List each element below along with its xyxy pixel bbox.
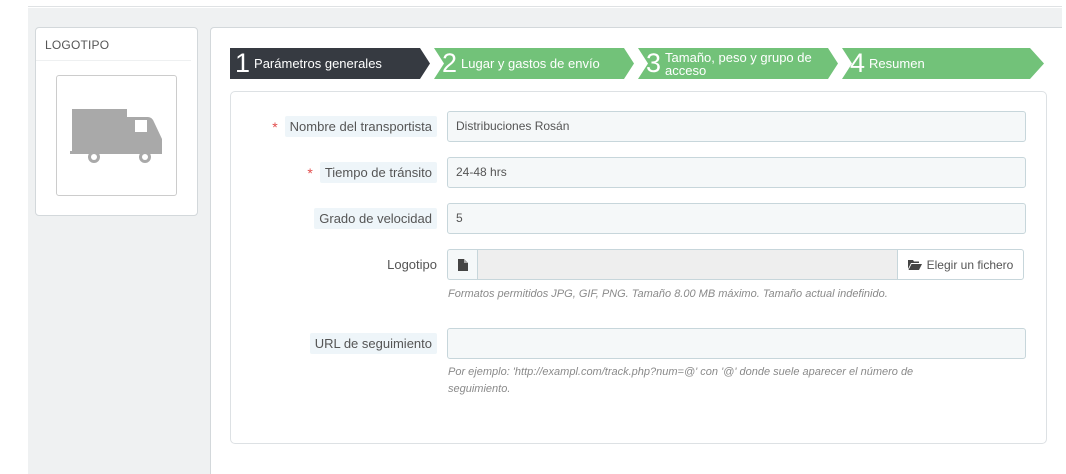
- file-icon-box: [447, 249, 477, 280]
- tracking-url-label: URL de seguimiento: [309, 333, 437, 354]
- carrier-logo-image: [56, 75, 177, 196]
- step-number: 4: [850, 48, 866, 78]
- top-divider: [28, 6, 1062, 7]
- choose-file-label: Elegir un fichero: [926, 257, 1014, 272]
- step-label: Tamaño, peso y grupo de acceso: [665, 49, 812, 78]
- tracking-url-label-wrap: URL de seguimiento: [309, 328, 437, 359]
- required-asterisk: *: [307, 164, 313, 181]
- transit-time-label-wrap: * Tiempo de tránsito: [307, 157, 437, 188]
- logo-label: Logotipo: [387, 257, 437, 272]
- carrier-name-input[interactable]: Distribuciones Rosán: [447, 111, 1026, 142]
- file-icon: [458, 259, 468, 271]
- tracking-url-input[interactable]: [447, 328, 1026, 359]
- transit-time-input[interactable]: 24-48 hrs: [447, 157, 1026, 188]
- step-number: 2: [442, 48, 458, 78]
- logo-label-wrap: Logotipo: [387, 249, 437, 280]
- logo-file-input: Elegir un fichero: [447, 249, 1024, 280]
- logo-panel-heading: LOGOTIPO: [36, 28, 191, 61]
- transit-time-label: Tiempo de tránsito: [319, 162, 437, 183]
- required-asterisk: *: [272, 118, 278, 135]
- logo-panel: LOGOTIPO: [35, 27, 198, 216]
- step-number: 1: [235, 48, 251, 78]
- tracking-url-help-line-1: Por ejemplo: 'http://exampl.com/track.ph…: [448, 366, 914, 378]
- speed-grade-label-wrap: Grado de velocidad: [314, 203, 437, 234]
- step-label: Parámetros generales: [254, 56, 382, 71]
- logo-help-text: Formatos permitidos JPG, GIF, PNG. Tamañ…: [448, 288, 888, 300]
- step-number: 3: [646, 48, 662, 78]
- step-label: Lugar y gastos de envío: [461, 56, 600, 71]
- file-path-display[interactable]: [477, 249, 898, 280]
- speed-grade-label: Grado de velocidad: [314, 208, 437, 229]
- choose-file-button[interactable]: Elegir un fichero: [897, 249, 1024, 280]
- folder-open-icon: [907, 260, 922, 270]
- wizard-step-1[interactable]: 1 Parámetros generales: [230, 48, 430, 79]
- truck-icon: [70, 109, 162, 163]
- wizard-step-4[interactable]: 4 Resumen: [842, 48, 1044, 79]
- speed-grade-input[interactable]: 5: [447, 203, 1026, 234]
- wizard-step-2[interactable]: 2 Lugar y gastos de envío: [434, 48, 634, 79]
- carrier-name-label: Nombre del transportista: [284, 116, 437, 137]
- step-label: Resumen: [869, 56, 925, 71]
- wizard-step-3[interactable]: 3 Tamaño, peso y grupo de acceso: [638, 48, 838, 79]
- carrier-name-label-wrap: * Nombre del transportista: [272, 111, 437, 142]
- tracking-url-help-line-2: seguimiento.: [448, 383, 511, 395]
